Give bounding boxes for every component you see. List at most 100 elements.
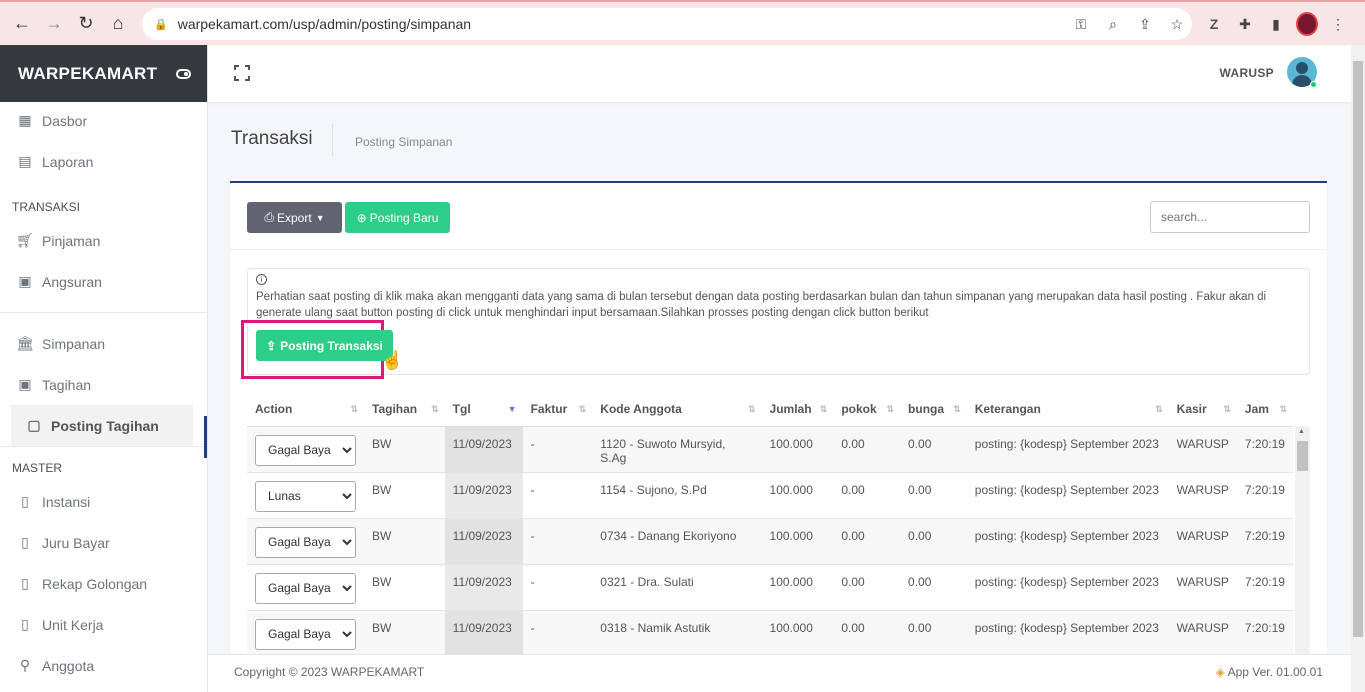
fullscreen-icon[interactable] [234,65,250,81]
sidebar-item-juru-bayar[interactable]: ▯ Juru Bayar [0,522,207,563]
star-icon[interactable]: ☆ [1166,12,1188,36]
sidebar-item-simpanan[interactable]: 🏛︎ Simpanan [0,323,207,364]
column-header-keterangan[interactable]: Keterangan ⇅ [966,393,1169,427]
table-scrollbar[interactable]: ▲ [1295,426,1310,661]
cell-kode-anggota: 1154 - Sujono, S.Pd [592,472,762,519]
table-row: Gagal BayaLunas BW 11/09/2023 - 1120 - S… [247,426,1293,473]
sort-icon[interactable]: ⇅ [431,404,439,415]
cell-keterangan: posting: {kodesp} September 2023 [966,564,1169,611]
cell-jam: 7:20:19 [1236,426,1293,473]
search-input[interactable] [1150,201,1310,233]
sidebar-item-rekap-golongan[interactable]: ▯ Rekap Golongan [0,563,207,604]
column-header-tagihan[interactable]: Tagihan ⇅ [364,393,445,427]
book-icon: ▯ [21,575,29,591]
sidebar-item-dasbor[interactable]: ▦ Dasbor [0,100,207,141]
sort-icon[interactable]: ⇅ [820,404,828,415]
cell-jam: 7:20:19 [1236,518,1293,565]
sidebar-item-laporan[interactable]: ▤ Laporan [0,141,207,182]
cell-tagihan: BW [364,564,445,611]
cell-kasir: WARUSP [1168,426,1237,473]
divider [0,312,207,313]
user-name[interactable]: WARUSP [1220,66,1274,80]
posting-table: Action ⇅ Tagihan ⇅ Tgl ▼ Faktur ⇅ Kode Anggo… [247,393,1293,657]
sidebar-item-pinjaman[interactable]: 🛒︎ Pinjaman [0,220,207,261]
back-icon[interactable]: ← [6,7,38,39]
column-header-kasir[interactable]: Kasir ⇅ [1168,393,1237,427]
cell-kode-anggota: 0321 - Dra. Sulati [592,564,762,611]
sort-icon[interactable]: ⇅ [1279,404,1287,415]
column-header-jumlah[interactable]: Jumlah ⇅ [761,393,834,427]
sidebar-item-label: Dasbor [42,112,88,129]
cell-tagihan: BW [364,518,445,565]
table-row: Gagal BayaLunas BW 11/09/2023 - 0321 - D… [247,564,1293,611]
table-scrollbar-thumb[interactable] [1297,441,1308,471]
brand-bar: WARPEKAMART [0,45,207,102]
column-header-pokok[interactable]: pokok ⇅ [833,393,901,427]
export-button[interactable]: ⎙ Export ▼ [247,202,342,233]
lock-icon[interactable]: 🔒 [154,18,168,31]
forward-icon[interactable]: → [38,7,70,39]
column-header-action[interactable]: Action ⇅ [247,393,364,427]
version-text: App Ver. 01.00.01 [1227,665,1323,679]
sidebar-item-unit-kerja[interactable]: ▯ Unit Kerja [0,604,207,645]
note-icon: ▢ [27,417,41,433]
sidebar-item-anggota[interactable]: ⚲ Anggota [0,645,207,686]
column-header-kode-anggota[interactable]: Kode Anggota ⇅ [592,393,762,427]
toggle-icon[interactable] [176,68,191,79]
column-header-bunga[interactable]: bunga ⇅ [900,393,967,427]
sort-icon[interactable]: ⇅ [579,404,587,415]
share-icon[interactable]: ⇪ [1134,12,1156,36]
sidebar-item-posting-tagihan[interactable]: ▢ Posting Tagihan [11,405,193,446]
key-icon[interactable]: ⚿ [1070,12,1092,36]
menu-dots-icon[interactable]: ⋮ [1327,12,1349,36]
cell-jumlah: 100.000 [761,610,834,657]
table-row: Gagal BayaLunas BW 11/09/2023 - 0318 - N… [247,610,1293,657]
sort-icon[interactable]: ⇅ [1155,404,1163,415]
page-scrollbar[interactable] [1351,45,1365,692]
table-header-row: Action ⇅ Tagihan ⇅ Tgl ▼ Faktur ⇅ Kode Anggo… [247,393,1293,427]
cell-bunga: 0.00 [900,610,967,657]
posting-transaksi-label: Posting Transaksi [280,338,383,353]
sort-icon[interactable]: ⇅ [886,404,894,415]
zoom-icon[interactable]: ⌕ [1102,12,1124,36]
sort-icon[interactable]: ⇅ [350,404,358,415]
cell-faktur: - [522,564,593,611]
column-header-faktur[interactable]: Faktur ⇅ [522,393,593,427]
top-header: WARUSP [208,45,1351,102]
sort-desc-icon[interactable]: ▼ [508,404,517,414]
home-icon[interactable]: ⌂ [102,7,134,39]
posting-baru-button[interactable]: ⊕ Posting Baru [345,202,450,233]
column-header-jam[interactable]: Jam ⇅ [1236,393,1293,427]
sidebar-item-tagihan[interactable]: ▣ Tagihan [0,364,207,405]
profile-avatar[interactable] [1296,12,1318,36]
cell-bunga: 0.00 [900,518,967,565]
action-select[interactable]: Gagal BayaLunas [255,526,356,558]
money-icon: ▣ [18,273,32,289]
table-row: LunasGagal Baya BW 11/09/2023 - 1154 - S… [247,472,1293,519]
posting-transaksi-button[interactable]: ⇪ Posting Transaksi [256,330,393,361]
url-text[interactable]: warpekamart.com/usp/admin/posting/simpan… [178,16,471,32]
scroll-up-icon[interactable]: ▲ [1298,428,1305,435]
z-extension-icon[interactable]: Z [1203,12,1225,36]
puzzle-icon[interactable]: ✚ [1234,12,1256,36]
reload-icon[interactable]: ↻ [70,7,102,39]
cell-kode-anggota: 1120 - Suwoto Mursyid, S.Ag [592,426,762,473]
sidebar-item-angsuran[interactable]: ▣ Angsuran [0,261,207,302]
sidebar-item-instansi[interactable]: ▯ Instansi [0,481,207,522]
sort-icon[interactable]: ⇅ [1223,404,1231,415]
cell-tgl: 11/09/2023 [444,610,523,657]
cell-pokok: 0.00 [833,564,901,611]
action-select[interactable]: LunasGagal Baya [255,480,356,512]
brand-name[interactable]: WARPEKAMART [18,64,157,84]
action-select[interactable]: Gagal BayaLunas [255,572,356,604]
action-select[interactable]: Gagal BayaLunas [255,618,356,650]
sidebar-item-label: Rekap Golongan [42,575,148,592]
sidebar-panel-icon[interactable]: ▮ [1265,12,1287,36]
action-select[interactable]: Gagal BayaLunas [255,434,356,466]
column-header-tgl[interactable]: Tgl ▼ [444,393,523,427]
sort-icon[interactable]: ⇅ [748,404,756,415]
address-bar[interactable]: 🔒 warpekamart.com/usp/admin/posting/simp… [142,8,1192,40]
page-scrollbar-thumb[interactable] [1353,61,1363,637]
layers-icon: ◈ [1215,665,1225,679]
sort-icon[interactable]: ⇅ [953,404,961,415]
